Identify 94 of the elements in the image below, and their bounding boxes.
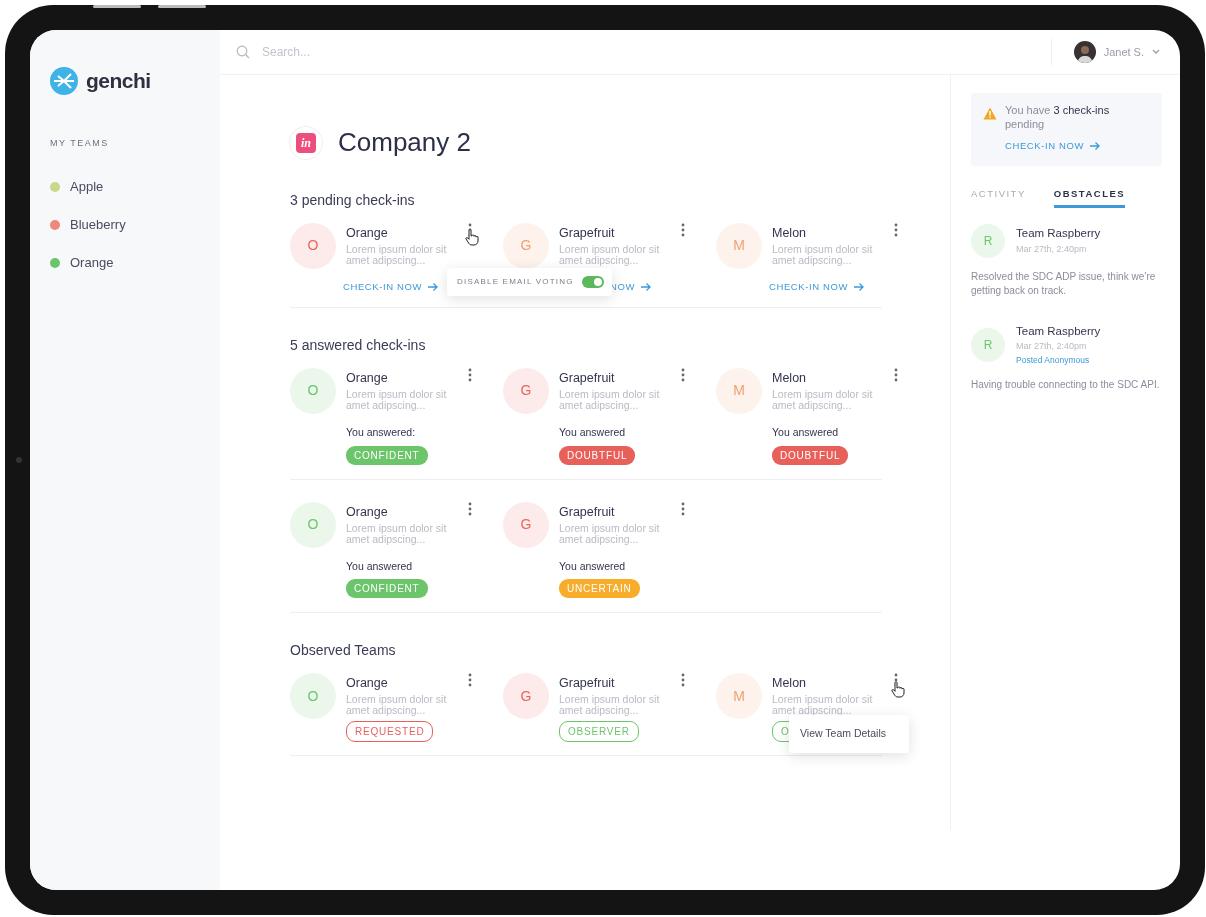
arrow-icon <box>1089 141 1100 150</box>
post-date: Mar 27th, 2:40pm <box>1016 242 1088 256</box>
hand-cursor-icon <box>891 681 905 699</box>
team-description: Lorem ipsum dolor sit amet adipscing... <box>559 694 661 717</box>
more-icon[interactable] <box>893 222 899 237</box>
page-title: Company 2 <box>338 126 471 159</box>
status-badge: OBSERVER <box>559 721 639 743</box>
team-name[interactable]: Orange <box>70 253 114 273</box>
team-name: Grapefruit <box>559 225 616 241</box>
answer-label: You answered <box>772 424 840 440</box>
search-icon <box>236 45 250 59</box>
toggle-switch[interactable] <box>581 275 604 288</box>
more-icon[interactable] <box>680 673 686 688</box>
team-description: Lorem ipsum dolor sit amet adipscing... <box>346 243 448 266</box>
post-text: Having trouble connecting to the SDC API. <box>971 378 1161 393</box>
avatar: O <box>290 673 336 720</box>
team-name: Melon <box>772 676 808 692</box>
check-in-link[interactable]: CHECK-IN NOW <box>1005 138 1100 153</box>
team-name: Melon <box>772 225 808 241</box>
more-icon[interactable] <box>680 367 686 382</box>
post-date: Mar 27th, 2:40pm <box>1016 340 1088 354</box>
answer-label: You answered <box>346 558 414 574</box>
team-description: Lorem ipsum dolor sit amet adipscing... <box>772 388 874 411</box>
warning-icon <box>983 107 997 120</box>
team-name: Orange <box>346 225 389 241</box>
status-badge: UNCERTAIN <box>559 579 640 599</box>
more-icon[interactable] <box>467 501 473 516</box>
answer-label: You answered <box>559 558 627 574</box>
avatar: M <box>716 673 762 720</box>
avatar: O <box>290 367 336 414</box>
team-description: Lorem ipsum dolor sit amet adipscing... <box>559 522 661 545</box>
team-name: Melon <box>772 370 808 386</box>
avatar: G <box>503 222 549 269</box>
team-description: Lorem ipsum dolor sit amet adipscing... <box>346 388 448 411</box>
tab[interactable]: OBSTACLES <box>1053 185 1126 208</box>
team-name: Orange <box>346 370 389 386</box>
status-badge: REQUESTED <box>346 721 434 743</box>
answer-label: You answered: <box>346 424 417 440</box>
section-title: MY TEAMS <box>50 136 110 150</box>
status-badge: CONFIDENT <box>346 579 428 599</box>
more-icon[interactable] <box>893 367 899 382</box>
team-description: Lorem ipsum dolor sit amet adipscing... <box>772 243 874 266</box>
section-heading: 3 pending check-ins <box>290 192 416 209</box>
arrow-icon <box>427 282 438 292</box>
team-name: Team Raspberry <box>1016 323 1101 339</box>
more-icon[interactable] <box>467 673 473 688</box>
status-badge: DOUBTFUL <box>559 445 636 465</box>
alert-text: You have 3 check-ins pending <box>1005 103 1111 132</box>
avatar: O <box>290 501 336 548</box>
status-badge: DOUBTFUL <box>772 445 849 465</box>
arrow-icon <box>853 282 864 292</box>
more-icon[interactable] <box>680 501 686 516</box>
user-name[interactable]: Janet S. <box>1103 43 1144 61</box>
team-name: Grapefruit <box>559 676 616 692</box>
search-field[interactable]: Search... <box>260 42 460 62</box>
more-icon[interactable] <box>680 222 686 237</box>
tab[interactable]: ACTIVITY <box>971 185 1026 208</box>
avatar: O <box>290 222 336 269</box>
avatar: G <box>503 367 549 414</box>
post-note: Posted Anonymous <box>1016 353 1091 367</box>
team-name[interactable]: Apple <box>70 177 104 197</box>
team-name[interactable]: Blueberry <box>70 215 126 235</box>
team-description: Lorem ipsum dolor sit amet adipscing... <box>346 694 448 717</box>
team-description: Lorem ipsum dolor sit amet adipscing... <box>346 522 448 545</box>
avatar: M <box>716 222 762 269</box>
arrow-icon <box>640 282 651 292</box>
avatar: R <box>971 223 1005 258</box>
logo-icon <box>50 66 78 95</box>
section-heading: 5 answered check-ins <box>290 337 427 354</box>
post-text: Resolved the SDC ADP issue, think we’re getting back on track. <box>971 269 1157 299</box>
team-name: Grapefruit <box>559 504 616 520</box>
avatar: M <box>716 367 762 414</box>
check-in-link[interactable]: CHECK-IN NOW <box>343 279 438 295</box>
avatar: R <box>971 327 1005 362</box>
section-heading: Observed Teams <box>290 642 397 660</box>
team-description: Lorem ipsum dolor sit amet adipscing... <box>772 694 874 717</box>
check-in-link[interactable]: CHECK-IN NOW <box>769 279 864 295</box>
logo-text: genchi <box>86 68 151 94</box>
answer-label: You answered <box>559 424 627 440</box>
team-description: Lorem ipsum dolor sit amet adipscing... <box>559 388 661 411</box>
team-name: Orange <box>346 504 389 520</box>
avatar: G <box>503 501 549 548</box>
team-name: Orange <box>346 676 389 692</box>
status-badge: CONFIDENT <box>346 445 428 465</box>
team-name: Grapefruit <box>559 370 616 386</box>
team-description: Lorem ipsum dolor sit amet adipscing... <box>559 243 661 266</box>
avatar: G <box>503 673 549 720</box>
more-icon[interactable] <box>467 367 473 382</box>
hand-cursor-icon <box>465 228 479 246</box>
team-name: Team Raspberry <box>1016 226 1101 242</box>
chevron-down-icon <box>1152 49 1160 55</box>
company-logo: in <box>290 126 322 159</box>
avatar <box>1073 41 1096 63</box>
toggle-label: DISABLE EMAIL VOTING <box>457 275 574 288</box>
